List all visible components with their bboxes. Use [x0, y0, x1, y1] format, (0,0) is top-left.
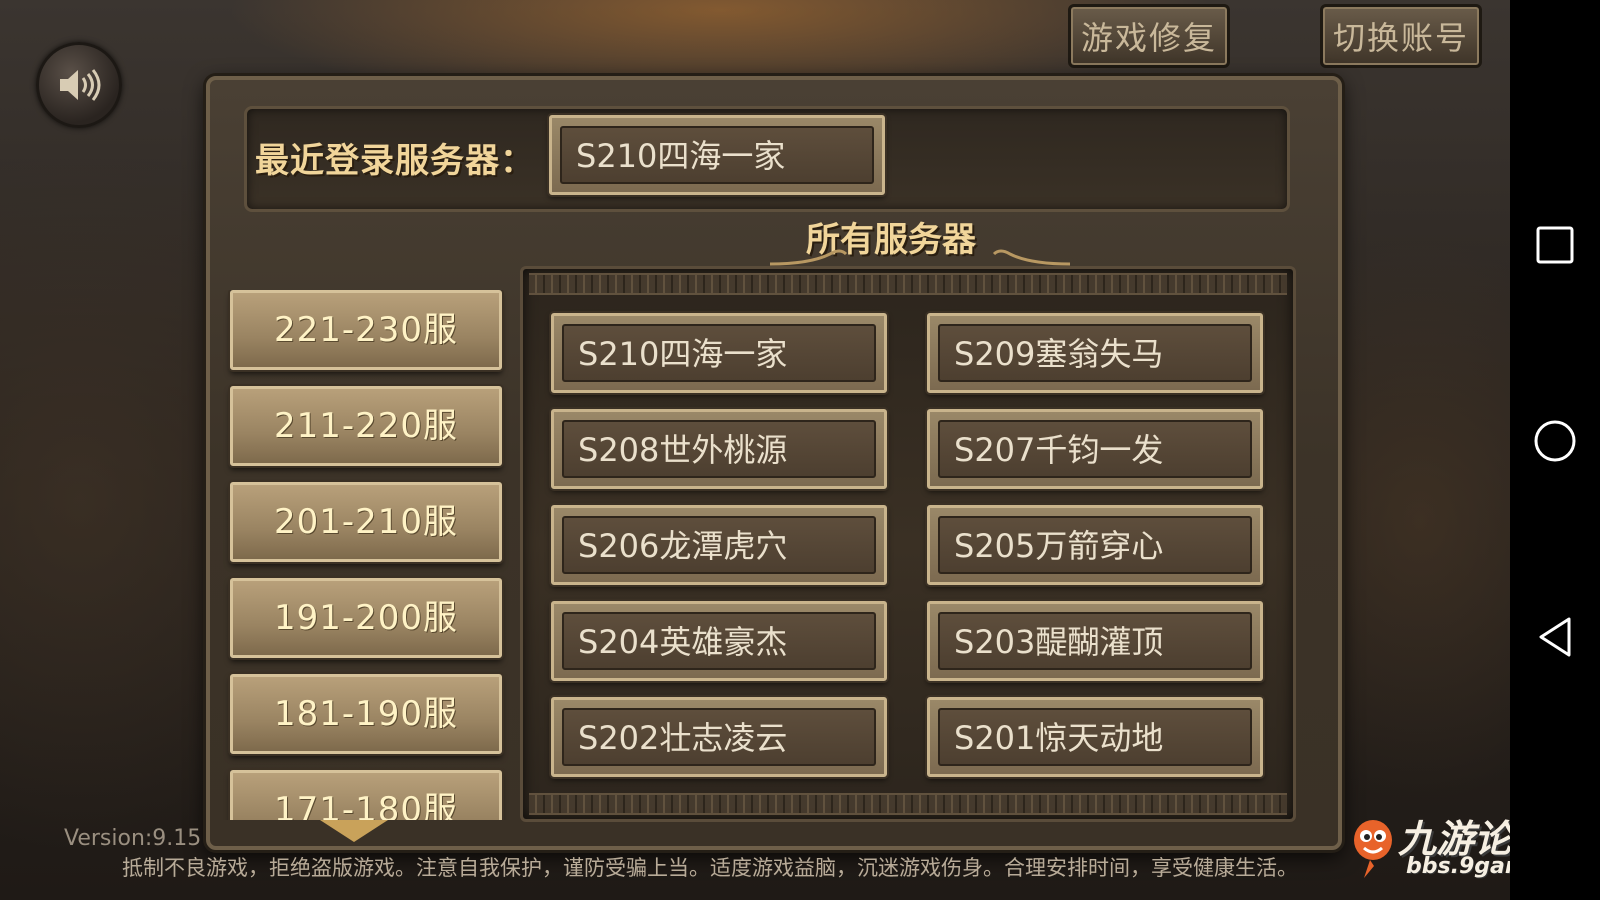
range-button[interactable]: 171-180服 [230, 770, 502, 820]
range-list[interactable]: 221-230服 211-220服 201-210服 191-200服 181-… [210, 290, 510, 820]
server-button[interactable]: S201惊天动地 [927, 697, 1263, 777]
range-button[interactable]: 201-210服 [230, 482, 502, 562]
server-name: S202壮志凌云 [562, 708, 876, 766]
mascot-logo-icon [1354, 820, 1392, 878]
server-name: S210四海一家 [562, 324, 876, 382]
speaker-icon [60, 69, 101, 101]
server-button[interactable]: S209塞翁失马 [927, 313, 1263, 393]
server-name: S203醍醐灌顶 [938, 612, 1252, 670]
recent-server-name: S210四海一家 [560, 126, 874, 184]
range-button[interactable]: 181-190服 [230, 674, 502, 754]
title-ornament-icon [770, 249, 1070, 266]
server-list: S210四海一家 S209塞翁失马 S208世外桃源 S207千钧一发 S206… [520, 266, 1296, 822]
square-icon [1536, 226, 1574, 264]
recent-server-button[interactable]: S210四海一家 [549, 115, 885, 195]
back-button[interactable] [1532, 614, 1578, 660]
game-screen: 游戏修复 切换账号 最近登录服务器： S210四海一家 所有服务器 221-23… [0, 0, 1580, 900]
recent-server-label: 最近登录服务器： [255, 141, 535, 181]
sound-toggle-button[interactable] [36, 42, 122, 128]
android-nav-bar [1510, 0, 1600, 900]
server-name: S206龙潭虎穴 [562, 516, 876, 574]
circle-icon [1534, 420, 1576, 462]
server-button[interactable]: S203醍醐灌顶 [927, 601, 1263, 681]
switch-account-button[interactable]: 切换账号 [1320, 4, 1482, 68]
range-button[interactable]: 211-220服 [230, 386, 502, 466]
health-notice: 抵制不良游戏，拒绝盗版游戏。注意自我保护，谨防受骗上当。适度游戏益脑，沉迷游戏伤… [122, 856, 1298, 880]
border-pattern [529, 793, 1287, 815]
range-button[interactable]: 221-230服 [230, 290, 502, 370]
server-name: S201惊天动地 [938, 708, 1252, 766]
server-name: S204英雄豪杰 [562, 612, 876, 670]
version-label: Version:9.15 [64, 826, 202, 851]
recent-apps-button[interactable] [1532, 222, 1578, 268]
border-pattern [529, 273, 1287, 295]
server-button[interactable]: S207千钧一发 [927, 409, 1263, 489]
server-button[interactable]: S202壮志凌云 [551, 697, 887, 777]
server-name: S209塞翁失马 [938, 324, 1252, 382]
server-name: S208世外桃源 [562, 420, 876, 478]
range-button[interactable]: 191-200服 [230, 578, 502, 658]
triangle-back-icon [1539, 617, 1571, 657]
game-repair-button[interactable]: 游戏修复 [1068, 4, 1230, 68]
server-button[interactable]: S208世外桃源 [551, 409, 887, 489]
server-button[interactable]: S206龙潭虎穴 [551, 505, 887, 585]
server-name: S207千钧一发 [938, 420, 1252, 478]
recent-server-box: 最近登录服务器： S210四海一家 [244, 106, 1290, 212]
server-button[interactable]: S210四海一家 [551, 313, 887, 393]
server-select-panel: 最近登录服务器： S210四海一家 所有服务器 221-230服 211-220… [206, 76, 1342, 850]
server-name: S205万箭穿心 [938, 516, 1252, 574]
server-button[interactable]: S205万箭穿心 [927, 505, 1263, 585]
scroll-down-arrow-icon[interactable] [320, 820, 388, 842]
server-button[interactable]: S204英雄豪杰 [551, 601, 887, 681]
home-button[interactable] [1532, 418, 1578, 464]
